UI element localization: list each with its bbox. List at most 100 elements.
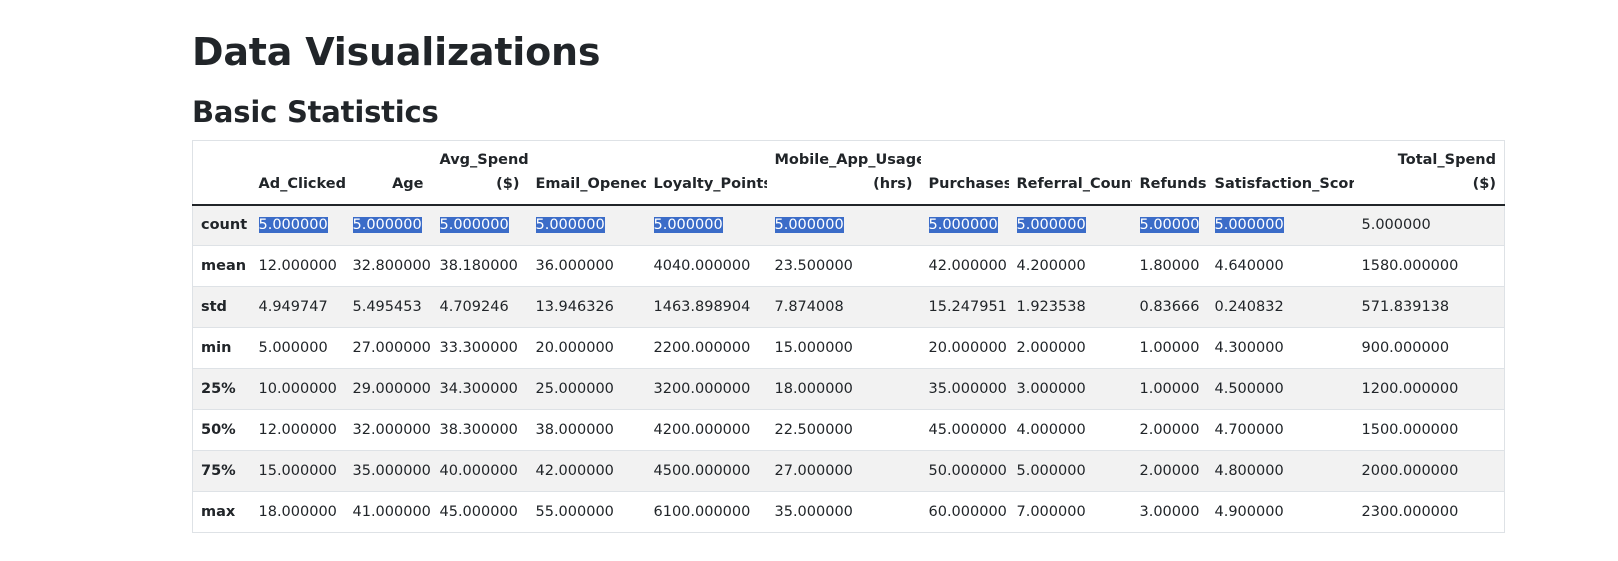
table-cell[interactable]: 38.180000 <box>432 246 528 287</box>
table-cell[interactable]: 5.000000 <box>345 205 432 246</box>
table-cell[interactable]: 36.000000 <box>528 246 646 287</box>
table-cell[interactable]: 4200.000000 <box>646 410 767 451</box>
table-cell[interactable]: 4500.000000 <box>646 451 767 492</box>
table-cell[interactable]: 3200.000000 <box>646 369 767 410</box>
column-header[interactable]: Age <box>344 140 432 206</box>
table-cell[interactable]: 41.000000 <box>345 492 432 533</box>
table-cell[interactable]: 1.923538 <box>1009 287 1132 328</box>
table-cell[interactable]: 7.874008 <box>767 287 921 328</box>
column-header[interactable]: Purchases <box>920 140 1009 206</box>
table-cell[interactable]: 4.900000 <box>1207 492 1354 533</box>
table-cell[interactable]: 15.247951 <box>921 287 1009 328</box>
table-cell[interactable]: 4.700000 <box>1207 410 1354 451</box>
table-cell[interactable]: 25.000000 <box>528 369 646 410</box>
table-cell[interactable]: 2200.000000 <box>646 328 767 369</box>
column-header[interactable]: Loyalty_Points <box>645 140 767 206</box>
table-cell[interactable]: 900.000000 <box>1354 328 1505 369</box>
column-header[interactable]: Referral_Count <box>1008 140 1132 206</box>
table-cell[interactable]: 35.000000 <box>345 451 432 492</box>
table-cell[interactable]: 1.80000 <box>1132 246 1207 287</box>
column-header[interactable]: Satisfaction_Score <box>1206 140 1354 206</box>
table-cell[interactable]: 40.000000 <box>432 451 528 492</box>
table-cell[interactable]: 23.500000 <box>767 246 921 287</box>
table-cell[interactable]: 5.495453 <box>345 287 432 328</box>
table-cell[interactable]: 1.00000 <box>1132 328 1207 369</box>
table-cell[interactable]: 4.200000 <box>1009 246 1132 287</box>
table-cell[interactable]: 2300.000000 <box>1354 492 1505 533</box>
table-cell[interactable]: 1580.000000 <box>1354 246 1505 287</box>
table-cell[interactable]: 60.000000 <box>921 492 1009 533</box>
table-cell[interactable]: 38.000000 <box>528 410 646 451</box>
column-header[interactable]: Avg_Spend ($) <box>431 140 528 206</box>
table-cell[interactable]: 5.000000 <box>251 328 345 369</box>
table-cell[interactable]: 1.00000 <box>1132 369 1207 410</box>
table-cell[interactable]: 0.83666 <box>1132 287 1207 328</box>
table-cell[interactable]: 4.949747 <box>251 287 345 328</box>
table-cell[interactable]: 35.000000 <box>921 369 1009 410</box>
table-cell[interactable]: 22.500000 <box>767 410 921 451</box>
table-cell[interactable]: 10.000000 <box>251 369 345 410</box>
table-cell[interactable]: 20.000000 <box>528 328 646 369</box>
table-cell[interactable]: 42.000000 <box>921 246 1009 287</box>
table-cell[interactable]: 5.00000 <box>1132 205 1207 246</box>
table-cell[interactable]: 5.000000 <box>1207 205 1354 246</box>
table-cell[interactable]: 12.000000 <box>251 410 345 451</box>
table-cell[interactable]: 4040.000000 <box>646 246 767 287</box>
table-cell[interactable]: 4.000000 <box>1009 410 1132 451</box>
table-cell[interactable]: 4.640000 <box>1207 246 1354 287</box>
table-cell[interactable]: 3.000000 <box>1009 369 1132 410</box>
table-cell[interactable]: 18.000000 <box>767 369 921 410</box>
column-header[interactable]: Ad_Clicked <box>250 140 345 206</box>
table-cell[interactable]: 33.300000 <box>432 328 528 369</box>
table-cell[interactable]: 2.000000 <box>1009 328 1132 369</box>
column-header[interactable]: Email_Opened <box>527 140 646 206</box>
table-cell[interactable]: 15.000000 <box>767 328 921 369</box>
table-cell[interactable]: 1463.898904 <box>646 287 767 328</box>
table-cell[interactable]: 7.000000 <box>1009 492 1132 533</box>
table-cell[interactable]: 2.00000 <box>1132 451 1207 492</box>
table-cell[interactable]: 4.800000 <box>1207 451 1354 492</box>
table-cell[interactable]: 38.300000 <box>432 410 528 451</box>
table-cell[interactable]: 32.800000 <box>345 246 432 287</box>
cell-value: 42.000000 <box>535 463 614 479</box>
table-cell[interactable]: 45.000000 <box>432 492 528 533</box>
table-cell[interactable]: 4.709246 <box>432 287 528 328</box>
table-cell[interactable]: 2.00000 <box>1132 410 1207 451</box>
table-cell[interactable]: 29.000000 <box>345 369 432 410</box>
table-cell[interactable]: 35.000000 <box>767 492 921 533</box>
table-cell[interactable]: 1500.000000 <box>1354 410 1505 451</box>
table-cell[interactable]: 34.300000 <box>432 369 528 410</box>
table-cell[interactable]: 5.000000 <box>921 205 1009 246</box>
table-cell[interactable]: 42.000000 <box>528 451 646 492</box>
table-cell[interactable]: 13.946326 <box>528 287 646 328</box>
table-cell[interactable]: 5.000000 <box>1009 205 1132 246</box>
table-cell[interactable]: 5.000000 <box>646 205 767 246</box>
table-cell[interactable]: 4.500000 <box>1207 369 1354 410</box>
table-cell[interactable]: 1200.000000 <box>1354 369 1505 410</box>
table-cell[interactable]: 4.300000 <box>1207 328 1354 369</box>
table-cell[interactable]: 55.000000 <box>528 492 646 533</box>
table-cell[interactable]: 32.000000 <box>345 410 432 451</box>
table-cell[interactable]: 5.000000 <box>528 205 646 246</box>
table-cell[interactable]: 20.000000 <box>921 328 1009 369</box>
table-cell[interactable]: 5.000000 <box>767 205 921 246</box>
column-header[interactable]: Refunds <box>1131 140 1207 206</box>
table-cell[interactable]: 45.000000 <box>921 410 1009 451</box>
table-cell[interactable]: 27.000000 <box>345 328 432 369</box>
table-cell[interactable]: 3.00000 <box>1132 492 1207 533</box>
column-header[interactable]: Mobile_App_Usage (hrs) <box>766 140 921 206</box>
table-cell[interactable]: 6100.000000 <box>646 492 767 533</box>
table-cell[interactable]: 27.000000 <box>767 451 921 492</box>
table-cell[interactable]: 571.839138 <box>1354 287 1505 328</box>
table-cell[interactable]: 5.000000 <box>432 205 528 246</box>
table-cell[interactable]: 18.000000 <box>251 492 345 533</box>
table-cell[interactable]: 0.240832 <box>1207 287 1354 328</box>
column-header[interactable]: Total_Spend ($) <box>1353 140 1505 206</box>
table-cell[interactable]: 2000.000000 <box>1354 451 1505 492</box>
table-cell[interactable]: 5.000000 <box>1009 451 1132 492</box>
table-cell[interactable]: 50.000000 <box>921 451 1009 492</box>
table-cell[interactable]: 12.000000 <box>251 246 345 287</box>
table-cell[interactable]: 15.000000 <box>251 451 345 492</box>
table-cell[interactable]: 5.000000 <box>251 205 345 246</box>
table-cell[interactable]: 5.000000 <box>1354 205 1505 246</box>
